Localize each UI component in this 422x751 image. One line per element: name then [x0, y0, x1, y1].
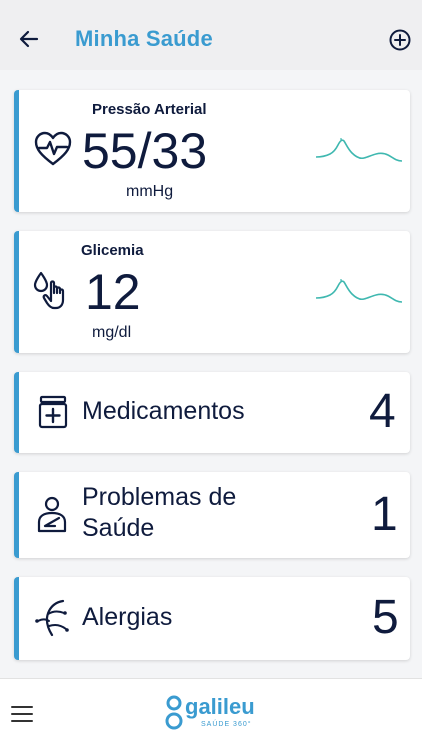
health-problems-label-line1: Problemas de	[82, 483, 237, 511]
glucose-card[interactable]: Glicemia 12 mg/dl	[14, 231, 410, 353]
person-sling-icon	[37, 496, 67, 533]
pressure-value: 55/33	[82, 123, 208, 179]
card-label: Pressão Arterial	[92, 101, 207, 118]
pressure-sparkline	[316, 138, 402, 162]
allergy-icon	[35, 599, 69, 637]
allergies-label: Alergias	[82, 603, 173, 631]
bottom-bar: galileu SAÚDE 360°	[0, 678, 422, 751]
medications-label: Medicamentos	[82, 397, 245, 425]
allergies-card[interactable]: Alergias 5	[14, 577, 410, 660]
glucose-value: 12	[85, 264, 141, 320]
card-label: Glicemia	[81, 242, 144, 259]
page-title: Minha Saúde	[75, 26, 213, 51]
health-problems-count: 1	[371, 488, 398, 541]
glucose-unit: mg/dl	[92, 324, 132, 341]
logo-subtext: SAÚDE 360°	[201, 721, 252, 728]
blood-pressure-card[interactable]: Pressão Arterial 55/33 mmHg	[14, 90, 410, 212]
allergies-count: 5	[372, 591, 399, 644]
arrow-left-icon[interactable]	[17, 27, 41, 51]
heart-pulse-icon	[34, 131, 72, 166]
pressure-unit: mmHg	[126, 183, 174, 200]
glucose-sparkline	[316, 279, 402, 303]
top-bar: Minha Saúde	[0, 0, 422, 70]
logo-text: galileu	[185, 694, 255, 719]
medications-card[interactable]: Medicamentos 4	[14, 372, 410, 453]
medications-count: 4	[369, 385, 396, 438]
health-problems-label-line2: Saúde	[82, 514, 155, 543]
glucose-drop-hand-icon	[33, 271, 65, 310]
health-problems-label: Problemas de Saúde	[82, 482, 236, 545]
logo-mark-icon	[165, 695, 183, 730]
hamburger-menu-icon[interactable]	[10, 704, 34, 724]
medicine-bottle-icon	[38, 395, 68, 429]
galileu-logo: galileu SAÚDE 360°	[165, 694, 260, 734]
plus-circle-icon[interactable]	[388, 28, 412, 52]
health-problems-card[interactable]: Problemas de Saúde 1	[14, 472, 410, 558]
